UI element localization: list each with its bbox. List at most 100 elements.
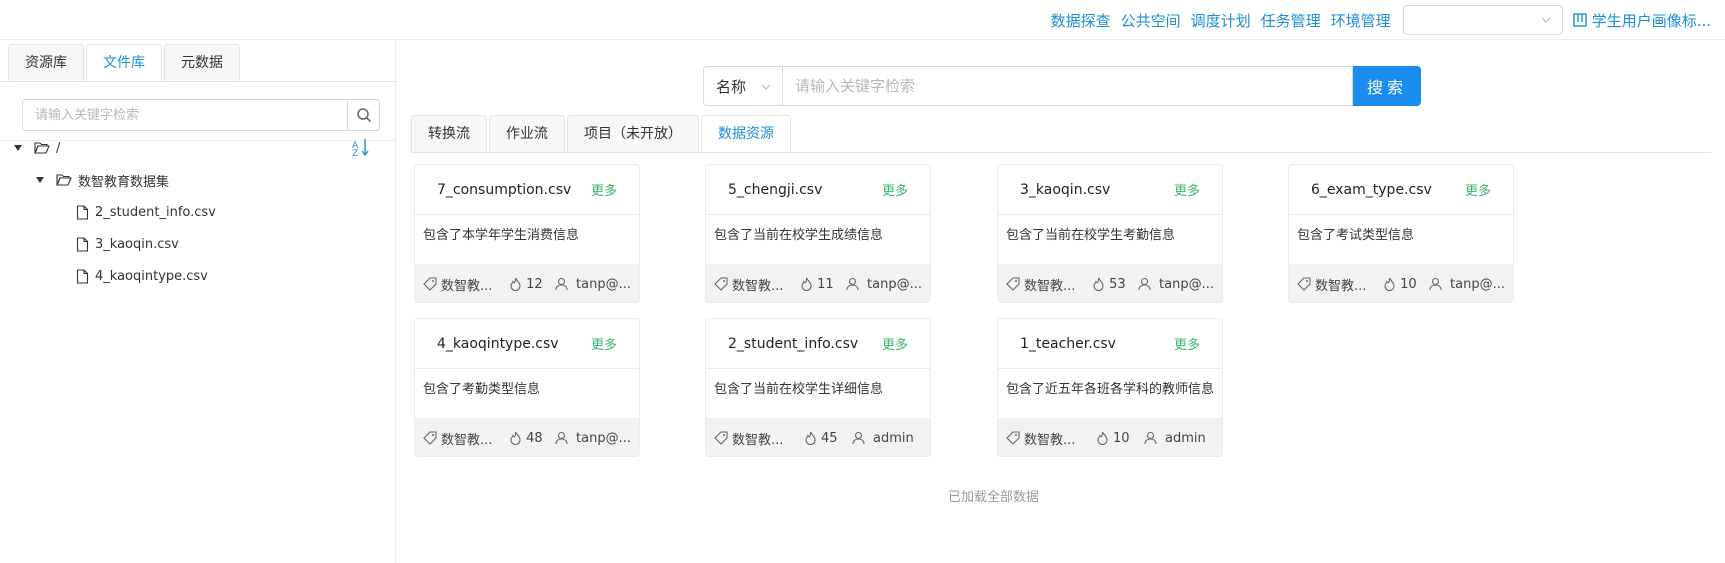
tag-icon xyxy=(714,431,728,445)
card-tag-label: 数智教... xyxy=(1315,278,1367,294)
project-icon xyxy=(1572,13,1587,27)
search-field-select[interactable]: 名称 xyxy=(703,66,783,106)
main-search-input[interactable] xyxy=(783,66,1353,106)
card-likes[interactable]: 48 xyxy=(509,431,555,446)
user-icon xyxy=(555,431,568,445)
tag-icon xyxy=(1006,431,1020,445)
tab-metadata[interactable]: 元数据 xyxy=(164,44,240,82)
left-search-input[interactable] xyxy=(23,100,347,130)
user-icon xyxy=(1138,277,1151,291)
resource-card[interactable]: 4_kaoqintype.csv 更多 包含了考勤类型信息 数智教... 48 … xyxy=(414,318,640,457)
card-title: 2_student_info.csv xyxy=(728,335,859,352)
tree-node-root[interactable]: / xyxy=(14,137,60,159)
tab-file-library[interactable]: 文件库 xyxy=(86,44,162,82)
folder-open-icon xyxy=(34,142,50,154)
resource-card[interactable]: 2_student_info.csv 更多 包含了当前在校学生详细信息 数智教.… xyxy=(705,318,931,457)
left-panel: 资源库 文件库 元数据 AZ / 数智教育数据集 2_student_info.… xyxy=(0,40,396,563)
card-description: 包含了当前在校学生详细信息 xyxy=(714,382,884,397)
card-owner: tanp@... xyxy=(1429,277,1505,292)
file-icon xyxy=(76,204,89,220)
nav-link-data-explore[interactable]: 数据探查 xyxy=(1051,10,1111,31)
card-tag[interactable]: 数智教... xyxy=(1006,429,1096,448)
environment-select[interactable] xyxy=(1402,5,1563,35)
card-header: 4_kaoqintype.csv 更多 xyxy=(415,319,639,369)
tree-node-folder[interactable]: 数智教育数据集 xyxy=(36,169,169,191)
card-owner: admin xyxy=(1144,431,1206,446)
nav-link-public-space[interactable]: 公共空间 xyxy=(1121,10,1181,31)
card-owner: tanp@... xyxy=(555,431,631,446)
card-likes[interactable]: 11 xyxy=(800,277,846,292)
card-more-link[interactable]: 更多 xyxy=(1174,180,1200,199)
top-nav: 数据探查 公共空间 调度计划 任务管理 环境管理 学生用户画像标... xyxy=(1051,0,1725,40)
resource-card[interactable]: 3_kaoqin.csv 更多 包含了当前在校学生考勤信息 数智教... 53 … xyxy=(997,164,1223,303)
card-footer: 数智教... 48 tanp@... xyxy=(415,418,639,456)
card-likes[interactable]: 12 xyxy=(509,277,555,292)
card-tag[interactable]: 数智教... xyxy=(714,429,804,448)
card-description: 包含了本学年学生消费信息 xyxy=(423,228,580,243)
card-tag[interactable]: 数智教... xyxy=(423,275,509,294)
card-footer: 数智教... 53 tanp@... xyxy=(998,264,1222,302)
all-loaded-text: 已加载全部数据 xyxy=(947,490,1039,505)
fire-icon xyxy=(1384,277,1395,291)
card-tag[interactable]: 数智教... xyxy=(423,429,509,448)
card-tag[interactable]: 数智教... xyxy=(1297,275,1383,294)
nav-link-schedule-plan[interactable]: 调度计划 xyxy=(1191,10,1251,31)
card-description: 包含了考勤类型信息 xyxy=(423,382,541,397)
resource-card[interactable]: 1_teacher.csv 更多 包含了近五年各班各学科的教师信息 数智教...… xyxy=(997,318,1223,457)
card-likes-count: 45 xyxy=(821,430,838,446)
resource-card[interactable]: 5_chengji.csv 更多 包含了当前在校学生成绩信息 数智教... 11… xyxy=(705,164,931,303)
left-search-button[interactable] xyxy=(347,100,379,130)
resource-card[interactable]: 6_exam_type.csv 更多 包含了考试类型信息 数智教... 10 t… xyxy=(1288,164,1514,303)
tag-icon xyxy=(714,277,728,291)
tag-icon xyxy=(423,277,437,291)
card-more-link[interactable]: 更多 xyxy=(1174,334,1200,353)
tab-project[interactable]: 项目（未开放） xyxy=(567,115,699,153)
card-footer: 数智教... 45 admin xyxy=(706,418,930,456)
resource-card[interactable]: 7_consumption.csv 更多 包含了本学年学生消费信息 数智教...… xyxy=(414,164,640,303)
card-likes[interactable]: 10 xyxy=(1096,431,1144,446)
search-icon xyxy=(356,108,371,123)
tab-transform-flow[interactable]: 转换流 xyxy=(411,115,487,153)
card-more-link[interactable]: 更多 xyxy=(882,334,908,353)
card-title: 6_exam_type.csv xyxy=(1311,181,1432,198)
card-header: 3_kaoqin.csv 更多 xyxy=(998,165,1222,215)
card-likes-count: 10 xyxy=(1400,276,1417,292)
tab-resource-library[interactable]: 资源库 xyxy=(8,44,84,82)
card-tag-label: 数智教... xyxy=(732,432,784,448)
tab-data-resources[interactable]: 数据资源 xyxy=(701,115,791,153)
card-owner-name: tanp@... xyxy=(1450,276,1505,292)
card-more-link[interactable]: 更多 xyxy=(1465,180,1491,199)
nav-link-env-management[interactable]: 环境管理 xyxy=(1331,10,1391,31)
search-button[interactable]: 搜索 xyxy=(1353,66,1421,106)
user-icon xyxy=(555,277,568,291)
card-owner: tanp@... xyxy=(555,277,631,292)
card-owner-name: admin xyxy=(873,430,914,446)
tree-node-file[interactable]: 4_kaoqintype.csv xyxy=(76,265,208,287)
file-icon xyxy=(76,268,89,284)
card-footer: 数智教... 12 tanp@... xyxy=(415,264,639,302)
card-more-link[interactable]: 更多 xyxy=(882,180,908,199)
tree-node-file[interactable]: 3_kaoqin.csv xyxy=(76,233,179,255)
fire-icon xyxy=(805,431,816,445)
divider xyxy=(411,152,1711,153)
card-owner-name: tanp@... xyxy=(576,276,631,292)
card-tag-label: 数智教... xyxy=(1024,432,1076,448)
card-likes[interactable]: 45 xyxy=(804,431,852,446)
tree-node-label: 2_student_info.csv xyxy=(95,204,216,220)
card-likes[interactable]: 10 xyxy=(1383,277,1429,292)
nav-link-task-management[interactable]: 任务管理 xyxy=(1261,10,1321,31)
card-more-link[interactable]: 更多 xyxy=(591,334,617,353)
card-likes-count: 10 xyxy=(1113,430,1130,446)
card-tag-label: 数智教... xyxy=(1024,278,1076,294)
tag-icon xyxy=(1297,277,1311,291)
card-more-link[interactable]: 更多 xyxy=(591,180,617,199)
tree-node-file[interactable]: 2_student_info.csv xyxy=(76,201,216,223)
card-likes[interactable]: 53 xyxy=(1092,277,1138,292)
card-tag[interactable]: 数智教... xyxy=(714,275,800,294)
card-tag-label: 数智教... xyxy=(441,278,493,294)
card-tag[interactable]: 数智教... xyxy=(1006,275,1092,294)
search-field-value: 名称 xyxy=(716,77,747,96)
project-profile-link[interactable]: 学生用户画像标... xyxy=(1572,10,1711,31)
tab-job-flow[interactable]: 作业流 xyxy=(489,115,565,153)
sort-icon[interactable]: AZ xyxy=(352,137,370,157)
